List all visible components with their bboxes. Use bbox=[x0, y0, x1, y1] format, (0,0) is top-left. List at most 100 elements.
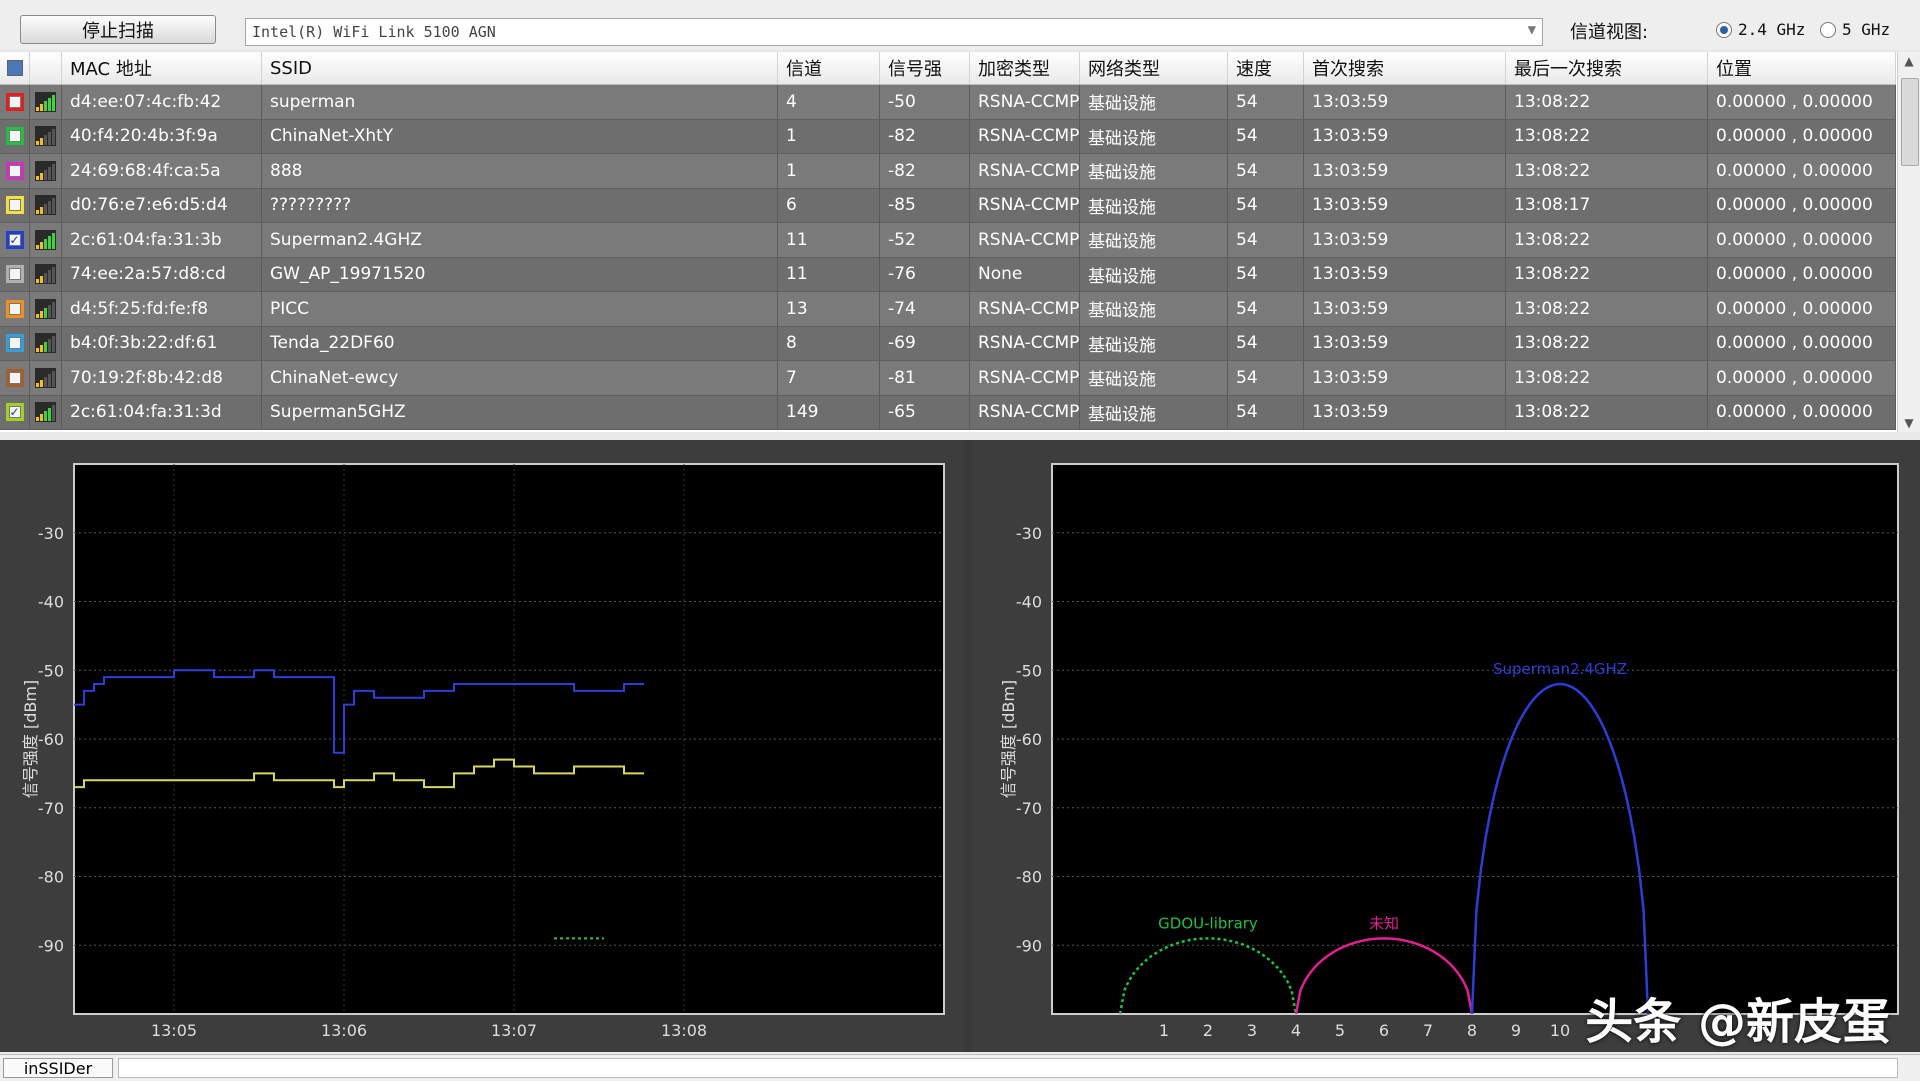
table-row[interactable]: 40:f4:20:4b:3f:9a ChinaNet-XhtY 1 -82 RSNA-C… bbox=[0, 119, 1896, 154]
cell-last-seen: 13:08:17 bbox=[1506, 188, 1708, 222]
table-row[interactable]: d4:ee:07:4c:fb:42 superman 4 -50 RSNA-CCMP 基础… bbox=[0, 85, 1896, 120]
status-tab[interactable]: inSSIDer bbox=[3, 1058, 113, 1078]
cell-channel: 11 bbox=[778, 257, 880, 291]
row-checkbox[interactable] bbox=[0, 257, 30, 291]
scroll-down-icon[interactable]: ▼ bbox=[1898, 416, 1920, 430]
series-color-swatch bbox=[5, 368, 24, 387]
row-checkbox[interactable] bbox=[0, 188, 30, 222]
cell-first-seen: 13:03:59 bbox=[1304, 292, 1506, 326]
x-tick-label: 13:06 bbox=[321, 1021, 367, 1040]
network-table-area: MAC 地址 SSID 信道 信号强 加密类型 网络类型 速度 首次搜索 最后一… bbox=[0, 52, 1920, 432]
scroll-up-icon[interactable]: ▲ bbox=[1898, 54, 1920, 68]
cell-last-seen: 13:08:22 bbox=[1506, 154, 1708, 188]
cell-channel: 8 bbox=[778, 326, 880, 360]
y-axis-label: 信号强度 [dBm] bbox=[999, 680, 1018, 798]
cell-rssi: -74 bbox=[880, 292, 970, 326]
cell-network-type: 基础设施 bbox=[1080, 223, 1228, 257]
checkbox-unchecked-icon bbox=[8, 199, 21, 212]
checkbox-unchecked-icon bbox=[8, 337, 21, 350]
header-security[interactable]: 加密类型 bbox=[970, 52, 1080, 84]
network-label: 未知 bbox=[1369, 914, 1399, 932]
cell-last-seen: 13:08:22 bbox=[1506, 85, 1708, 119]
checkbox-unchecked-icon bbox=[8, 371, 21, 384]
band-24-radio[interactable]: 2.4 GHz bbox=[1716, 20, 1805, 39]
cell-position: 0.00000 , 0.00000 bbox=[1708, 326, 1896, 360]
header-ssid[interactable]: SSID bbox=[262, 52, 778, 84]
x-tick-label: 9 bbox=[1511, 1021, 1521, 1040]
cell-network-type: 基础设施 bbox=[1080, 361, 1228, 395]
cell-security: RSNA-CCMP bbox=[970, 154, 1080, 188]
table-row[interactable]: 24:69:68:4f:ca:5a 888 1 -82 RSNA-CCMP 基础设施 54 1… bbox=[0, 154, 1896, 189]
cell-security: RSNA-CCMP bbox=[970, 361, 1080, 395]
cell-position: 0.00000 , 0.00000 bbox=[1708, 85, 1896, 119]
x-tick-label: 3 bbox=[1247, 1021, 1257, 1040]
band-5-radio[interactable]: 5 GHz bbox=[1820, 20, 1890, 39]
row-checkbox[interactable] bbox=[0, 154, 30, 188]
y-tick-label: -70 bbox=[38, 799, 64, 818]
y-tick-label: -40 bbox=[38, 593, 64, 612]
table-row[interactable]: 70:19:2f:8b:42:d8 ChinaNet-ewcy 7 -81 RSNA-C… bbox=[0, 361, 1896, 396]
series-color-swatch: ✓ bbox=[5, 403, 24, 422]
signal-bars-icon bbox=[30, 395, 62, 429]
graphs-area: -30 -40 -50 -60 -70 -80 -90 信号强度 [dBm] 13:05 13:0… bbox=[0, 440, 1920, 1052]
table-row[interactable]: d0:76:e7:e6:d5:d4????????? 6 -85 RSNA-CCMP 基… bbox=[0, 188, 1896, 223]
cell-network-type: 基础设施 bbox=[1080, 292, 1228, 326]
x-tick-label: 1 bbox=[1159, 1021, 1169, 1040]
cell-network-type: 基础设施 bbox=[1080, 326, 1228, 360]
cell-ssid: Tenda_22DF60 bbox=[262, 326, 778, 360]
stop-scan-button[interactable]: 停止扫描 bbox=[20, 15, 216, 44]
cell-speed: 54 bbox=[1228, 257, 1304, 291]
adapter-select[interactable]: Intel(R) WiFi Link 5100 AGN ▼ bbox=[245, 18, 1543, 46]
status-bar: inSSIDer bbox=[0, 1054, 1920, 1081]
header-speed[interactable]: 速度 bbox=[1228, 52, 1304, 84]
row-checkbox[interactable] bbox=[0, 326, 30, 360]
cell-first-seen: 13:03:59 bbox=[1304, 154, 1506, 188]
cell-security: RSNA-CCMP bbox=[970, 188, 1080, 222]
row-checkbox[interactable]: ✓ bbox=[0, 395, 30, 429]
table-row[interactable]: b4:0f:3b:22:df:61 Tenda_22DF60 8 -69 RSNA-CC… bbox=[0, 326, 1896, 361]
series-color-swatch bbox=[5, 92, 24, 111]
channel-graph-panel: -30 -40 -50 -60 -70 -80 -90 信号强度 [dBm] 1 2 3 4 5 6 7 8 9… bbox=[972, 440, 1920, 1052]
cell-ssid: Superman5GHZ bbox=[262, 395, 778, 429]
select-all-checkbox[interactable] bbox=[0, 52, 30, 84]
header-last-seen[interactable]: 最后一次搜索 bbox=[1506, 52, 1708, 84]
header-first-seen[interactable]: 首次搜索 bbox=[1304, 52, 1506, 84]
cell-security: RSNA-CCMP bbox=[970, 326, 1080, 360]
scrollbar-thumb[interactable] bbox=[1901, 78, 1919, 166]
cell-speed: 54 bbox=[1228, 326, 1304, 360]
table-row[interactable]: ✓ 2c:61:04:fa:31:3d Superman5GHZ 149 -65 RSN… bbox=[0, 395, 1896, 430]
table-row[interactable]: d4:5f:25:fd:fe:f8 PICC 13 -74 RSNA-CCMP 基础设施 5… bbox=[0, 292, 1896, 327]
band-24-label: 2.4 GHz bbox=[1738, 20, 1806, 39]
cell-network-type: 基础设施 bbox=[1080, 395, 1228, 429]
y-tick-label: -30 bbox=[1016, 524, 1042, 543]
header-mac[interactable]: MAC 地址 bbox=[62, 52, 262, 84]
cell-rssi: -82 bbox=[880, 119, 970, 153]
header-network-type[interactable]: 网络类型 bbox=[1080, 52, 1228, 84]
header-position[interactable]: 位置 bbox=[1708, 52, 1896, 84]
header-channel[interactable]: 信道 bbox=[778, 52, 880, 84]
table-scrollbar[interactable]: ▲ ▼ bbox=[1897, 52, 1920, 432]
network-label: Superman2.4GHZ bbox=[1493, 660, 1627, 678]
row-checkbox[interactable]: ✓ bbox=[0, 223, 30, 257]
row-checkbox[interactable] bbox=[0, 119, 30, 153]
cell-rssi: -81 bbox=[880, 361, 970, 395]
x-tick-label: 13:07 bbox=[491, 1021, 537, 1040]
cell-first-seen: 13:03:59 bbox=[1304, 257, 1506, 291]
row-checkbox[interactable] bbox=[0, 292, 30, 326]
cell-mac: d4:5f:25:fd:fe:f8 bbox=[62, 292, 262, 326]
table-row[interactable]: ✓ 2c:61:04:fa:31:3b Superman2.4GHZ 11 -52 RS… bbox=[0, 223, 1896, 258]
cell-last-seen: 13:08:22 bbox=[1506, 257, 1708, 291]
cell-last-seen: 13:08:22 bbox=[1506, 292, 1708, 326]
header-rssi[interactable]: 信号强 bbox=[880, 52, 970, 84]
row-checkbox[interactable] bbox=[0, 361, 30, 395]
cell-speed: 54 bbox=[1228, 188, 1304, 222]
band-5-label: 5 GHz bbox=[1842, 20, 1891, 39]
cell-first-seen: 13:03:59 bbox=[1304, 119, 1506, 153]
cell-speed: 54 bbox=[1228, 85, 1304, 119]
signal-bars-icon bbox=[30, 292, 62, 326]
table-row[interactable]: 74:ee:2a:57:d8:cd GW_AP_19971520 11 -76 None… bbox=[0, 257, 1896, 292]
table-header: MAC 地址 SSID 信道 信号强 加密类型 网络类型 速度 首次搜索 最后一… bbox=[0, 52, 1896, 85]
row-checkbox[interactable] bbox=[0, 85, 30, 119]
cell-rssi: -85 bbox=[880, 188, 970, 222]
cell-position: 0.00000 , 0.00000 bbox=[1708, 223, 1896, 257]
